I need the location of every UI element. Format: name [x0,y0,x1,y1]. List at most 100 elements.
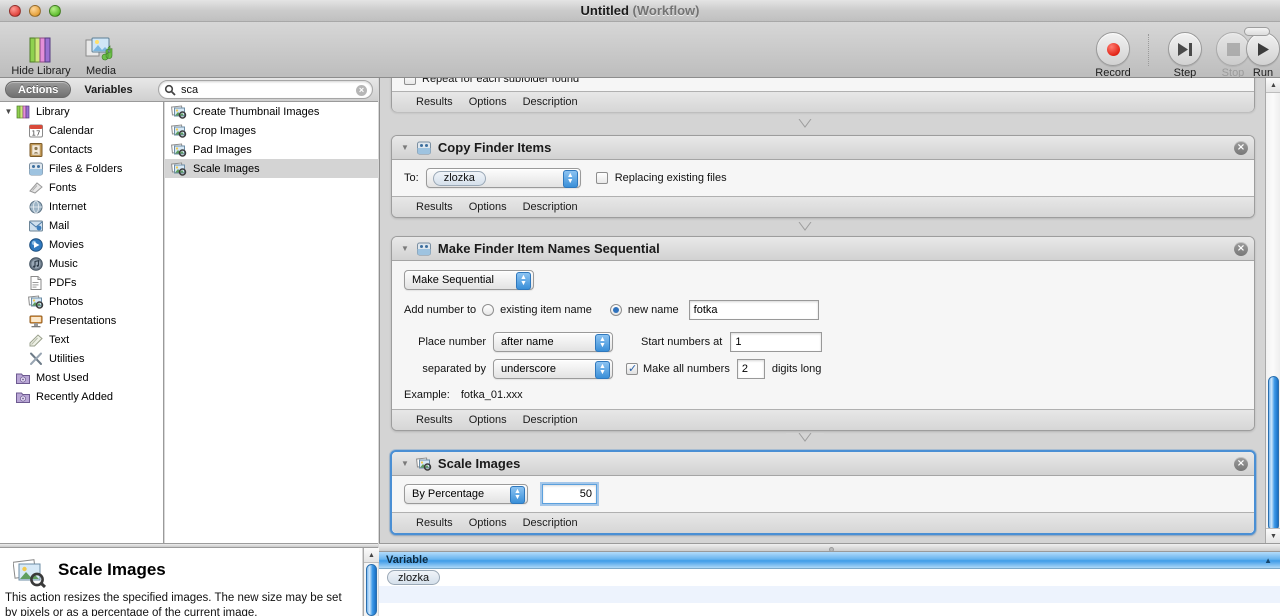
scroll-up-icon[interactable]: ▲ [1266,78,1280,93]
sidebar-item-text[interactable]: Text [0,330,163,349]
sidebar-item-utilities[interactable]: Utilities [0,349,163,368]
sidebar-item-movies[interactable]: Movies [0,235,163,254]
column-header-variable[interactable]: Variable [379,554,428,566]
toolbar-overflow-button[interactable] [1244,27,1270,36]
action-header[interactable]: ▼ Copy Finder Items × [392,136,1254,160]
chevron-updown-icon[interactable]: ▲ ▼ [562,170,578,188]
disclosure-triangle-icon[interactable]: ▼ [401,244,409,253]
workflow-scrollbar[interactable]: ▲ ▼ [1265,78,1280,543]
variable-token[interactable]: zlozka [387,570,441,585]
sidebar-item-presentations[interactable]: Presentations [0,311,163,330]
replacing-existing-checkbox[interactable] [595,172,608,184]
new-name-input[interactable]: fotka [688,300,819,320]
variables-splitter[interactable] [379,543,1280,552]
record-button-circle[interactable] [1096,32,1130,66]
workflow-action-make-sequential[interactable]: ▼ Make Finder Item Names Sequential × Ma… [391,236,1255,431]
sidebar-item-contacts[interactable]: Contacts [0,140,163,159]
clear-icon[interactable]: × [356,85,367,96]
options-button[interactable]: Options [469,96,507,108]
table-row[interactable] [379,603,1280,616]
list-item[interactable]: Create Thumbnail Images [165,102,378,121]
repeat-subfolder-row[interactable]: Repeat for each subfolder found [404,78,1242,85]
sidebar-item-pdfs[interactable]: PDFs [0,273,163,292]
list-item-scale-images[interactable]: Scale Images [165,159,378,178]
sidebar-item-music[interactable]: Music [0,254,163,273]
destination-popup[interactable]: zlozka ▲ ▼ [425,168,581,188]
sidebar-item-internet[interactable]: Internet [0,197,163,216]
record-button[interactable]: Record [1077,32,1149,79]
search-input[interactable]: sca [181,84,198,96]
sidebar-item-calendar[interactable]: 17 Calendar [0,121,163,140]
chevron-updown-icon[interactable]: ▲ ▼ [595,361,610,379]
close-icon[interactable]: × [1234,242,1248,256]
media-button[interactable]: Media [65,34,137,77]
close-icon[interactable]: × [1234,141,1248,155]
description-button[interactable]: Description [523,96,578,108]
variables-table-body[interactable]: zlozka [379,569,1280,616]
disclosure-triangle-icon[interactable]: ▼ [401,143,409,152]
description-button[interactable]: Description [523,414,578,426]
action-header[interactable]: ▼ Make Finder Item Names Sequential × [392,237,1254,261]
repeat-subfolder-checkbox[interactable] [404,78,416,85]
scroll-up-icon[interactable]: ▲ [364,548,379,563]
existing-item-name-radio[interactable] [482,304,495,316]
description-scrollbar-thumb[interactable] [366,564,377,616]
workflow-canvas[interactable]: Repeat for each subfolder found Results … [380,78,1266,543]
automator-window: Untitled (Workflow) Hide Library Media R… [0,0,1280,616]
disclosure-triangle-icon[interactable]: ▼ [401,459,409,468]
list-item[interactable]: Pad Images [165,140,378,159]
start-numbers-at-input[interactable]: 1 [730,332,823,352]
action-header[interactable]: ▼ Scale Images × [392,452,1254,476]
table-row[interactable] [379,586,1280,603]
run-button-circle[interactable] [1246,32,1280,66]
results-button[interactable]: Results [416,201,453,213]
workflow-pane[interactable]: Repeat for each subfolder found Results … [379,78,1280,543]
options-button[interactable]: Options [469,414,507,426]
action-body: Make Sequential ▲ ▼ Add number to existin… [392,261,1254,409]
sidebar-item-library[interactable]: ▼ Library [0,102,163,121]
scale-amount-input[interactable]: 50 [542,484,597,504]
results-button[interactable]: Results [416,96,453,108]
workflow-action-scale-images[interactable]: ▼ Scale Images × By Percentage ▲ ▼ 50 Re… [390,450,1256,535]
chevron-updown-icon[interactable]: ▲ ▼ [595,334,610,352]
results-button[interactable]: Results [416,517,453,529]
scale-mode-popup[interactable]: By Percentage ▲ ▼ [404,484,528,504]
workflow-scrollbar-thumb[interactable] [1268,376,1279,531]
disclosure-triangle-icon[interactable]: ▼ [2,107,15,116]
new-name-radio[interactable] [609,304,622,316]
run-button[interactable]: Run [1240,32,1280,79]
tab-variables[interactable]: Variables [71,81,145,98]
workflow-action-copy-finder-items[interactable]: ▼ Copy Finder Items × To: zlozka ▲ ▼ Rep… [391,135,1255,218]
options-button[interactable]: Options [469,517,507,529]
make-all-numbers-checkbox[interactable] [626,362,638,375]
separated-by-popup[interactable]: underscore ▲ ▼ [493,359,613,379]
sidebar-item-photos[interactable]: Photos [0,292,163,311]
library-tree[interactable]: ▼ Library 17 Calendar Contacts Files & F… [0,102,164,543]
results-button[interactable]: Results [416,414,453,426]
description-button[interactable]: Description [523,201,578,213]
action-results-list[interactable]: Create Thumbnail Images Crop Images Pad … [165,102,378,543]
close-icon[interactable]: × [1234,457,1248,471]
digits-input[interactable]: 2 [736,359,765,379]
variables-table-header[interactable]: Variable ▲ [379,552,1280,569]
variable-token[interactable]: zlozka [432,170,486,186]
sidebar-item-recently-added[interactable]: Recently Added [0,387,163,406]
list-item[interactable]: Crop Images [165,121,378,140]
mode-popup[interactable]: Make Sequential ▲ ▼ [404,270,534,290]
search-field[interactable]: sca × [158,80,373,99]
workflow-action-find-finder-items[interactable]: Repeat for each subfolder found Results … [391,78,1255,112]
table-row[interactable]: zlozka [379,569,1280,586]
scroll-down-icon[interactable]: ▼ [1266,528,1280,543]
sidebar-item-most-used[interactable]: Most Used [0,368,163,387]
options-button[interactable]: Options [469,201,507,213]
sidebar-item-fonts[interactable]: Fonts [0,178,163,197]
chevron-updown-icon[interactable]: ▲ ▼ [510,486,525,504]
description-scrollbar[interactable]: ▲ [363,548,379,616]
tab-actions[interactable]: Actions [5,81,72,98]
sidebar-item-mail[interactable]: Mail [0,216,163,235]
description-button[interactable]: Description [523,517,578,529]
place-number-popup[interactable]: after name ▲ ▼ [493,332,613,352]
chevron-updown-icon[interactable]: ▲ ▼ [516,272,531,290]
sort-ascending-icon[interactable]: ▲ [1264,556,1272,565]
sidebar-item-files-folders[interactable]: Files & Folders [0,159,163,178]
